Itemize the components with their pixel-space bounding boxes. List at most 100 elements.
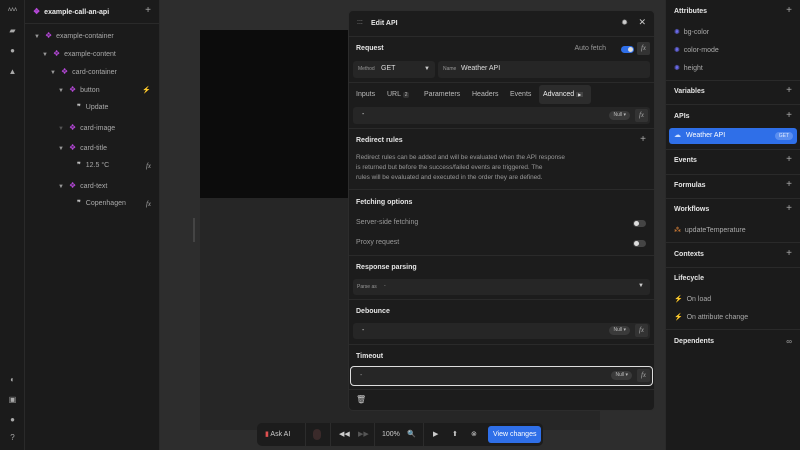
bolt-icon: ⚡ <box>674 314 683 321</box>
lifecycle-item[interactable]: ⚡ On attribute change <box>674 313 748 321</box>
add-workflow-button[interactable]: + <box>786 203 792 214</box>
divider <box>349 189 654 190</box>
advanced-value-field[interactable]: - Null ▾ fx <box>353 107 650 124</box>
api-item-weather[interactable]: ☁ Weather API GET <box>669 128 797 144</box>
tab-advanced[interactable]: Advanced ▶ <box>539 85 591 104</box>
folder-icon[interactable]: ▰ <box>7 25 18 36</box>
divider <box>349 389 654 390</box>
text-icon: ❞ <box>77 162 81 169</box>
bulb-icon[interactable]: ● <box>7 414 18 425</box>
parse-as-value: - <box>384 283 386 289</box>
caret-down-icon[interactable]: ▼ <box>42 52 48 58</box>
auto-fetch-formula-button[interactable]: fx <box>637 42 650 55</box>
publish-icon[interactable]: ⬆ <box>452 423 458 446</box>
proxy-request-toggle[interactable] <box>633 240 646 247</box>
zoom-level[interactable]: 100% <box>382 423 400 446</box>
gear-icon: ✺ <box>674 65 680 72</box>
caret-down-icon[interactable]: ▼ <box>34 34 40 40</box>
workflow-item[interactable]: ⁂ updateTemperature <box>674 226 746 234</box>
ask-ai-button[interactable]: ▮ Ask AI <box>265 423 290 446</box>
tree-item[interactable]: ▼ ❖ example-container <box>34 30 114 42</box>
logo-icon[interactable]: ᴧᴧᴧ <box>7 5 18 16</box>
attribute-item[interactable]: ✺ bg-color <box>674 28 709 36</box>
tab-inputs[interactable]: Inputs <box>356 85 375 104</box>
tab-label: Advanced <box>543 91 575 98</box>
redirect-desc-line: Redirect rules can be added and will be … <box>356 154 565 161</box>
null-type-dropdown[interactable]: Null ▾ <box>609 326 630 335</box>
caret-down-icon[interactable]: ▼ <box>58 146 64 152</box>
tree-item[interactable]: ❞ Update <box>77 102 108 114</box>
attribute-item[interactable]: ✺ height <box>674 64 703 72</box>
undo-icon[interactable]: ◀◀ <box>339 423 350 446</box>
method-select[interactable]: Method GET ▼ <box>353 61 435 78</box>
element-icon: ❖ <box>68 181 77 190</box>
link-icon[interactable]: ∞ <box>786 337 792 346</box>
tree-item[interactable]: ▼ ❖ button ⚡ <box>58 84 159 96</box>
null-label: Null <box>613 327 623 333</box>
add-redirect-rule-button[interactable]: + <box>640 134 646 145</box>
avatar[interactable] <box>313 429 321 440</box>
trash-icon[interactable]: 🗑 <box>356 395 366 404</box>
zoom-icon[interactable]: 🔍 <box>407 423 416 446</box>
resize-handle[interactable] <box>193 218 195 242</box>
tree-item[interactable]: ❞ Copenhagen fx <box>77 198 159 210</box>
stop-icon[interactable]: ⊗ <box>471 423 477 446</box>
lifecycle-item[interactable]: ⚡ On load <box>674 295 711 303</box>
add-variable-button[interactable]: + <box>786 85 792 96</box>
attribute-item[interactable]: ✺ color-mode <box>674 46 719 54</box>
debug-icon[interactable]: ✹ <box>621 18 628 27</box>
help-icon[interactable]: ? <box>7 432 18 443</box>
tree-label: Copenhagen <box>85 200 126 207</box>
null-type-dropdown[interactable]: Null ▾ <box>609 111 630 120</box>
formula-button[interactable]: fx <box>637 369 650 382</box>
play-icon[interactable]: ▶ <box>433 423 438 446</box>
caret-down-icon[interactable]: ▼ <box>50 70 56 76</box>
close-icon[interactable]: ✕ <box>638 17 646 28</box>
attribute-label: bg-color <box>683 29 710 36</box>
icon-rail: ᴧᴧᴧ ▰ ● ▲ ◐ ▣ ● ? <box>0 0 25 450</box>
tree-item[interactable]: ▼ ❖ example-content <box>42 48 116 60</box>
add-event-button[interactable]: + <box>786 154 792 165</box>
add-formula-button[interactable]: + <box>786 179 792 190</box>
palette-icon[interactable]: ◐ <box>7 374 18 385</box>
formula-button[interactable]: fx <box>635 324 648 337</box>
field-value: - <box>362 111 365 118</box>
server-side-fetching-toggle[interactable] <box>633 220 646 227</box>
tree-item[interactable]: ▼ ❖ card-container <box>50 66 117 78</box>
parse-as-select[interactable]: Parse as - ▼ <box>353 279 650 295</box>
null-type-dropdown[interactable]: Null ▾ <box>611 371 632 380</box>
tree-item[interactable]: ▼ ❖ card-title <box>58 142 107 154</box>
tree-item[interactable]: ▼ ❖ card-image <box>58 122 115 134</box>
globe-icon[interactable]: ● <box>7 45 18 56</box>
name-input[interactable]: Weather API <box>461 65 500 72</box>
divider <box>666 198 800 199</box>
tab-label: URL <box>387 91 401 98</box>
add-element-button[interactable]: + <box>145 5 151 16</box>
tree-item[interactable]: ▼ ❖ card-text <box>58 180 107 192</box>
debounce-field[interactable]: - Null ▾ fx <box>353 323 650 339</box>
tab-url[interactable]: URL 2 <box>387 85 410 104</box>
formula-icon[interactable]: fx <box>146 160 151 172</box>
drag-handle-icon[interactable]: ::: <box>357 19 363 26</box>
apis-title: APIs <box>674 113 690 120</box>
caret-down-icon[interactable]: ▼ <box>58 88 64 94</box>
events-title: Events <box>674 157 697 164</box>
formula-icon[interactable]: fx <box>146 198 151 210</box>
warning-icon[interactable]: ▲ <box>7 66 18 77</box>
add-api-button[interactable]: + <box>786 110 792 121</box>
auto-fetch-toggle[interactable] <box>621 46 634 53</box>
name-field[interactable]: Name Weather API <box>438 61 650 78</box>
layout-icon[interactable]: ▣ <box>7 394 18 405</box>
tab-parameters[interactable]: Parameters <box>424 85 460 104</box>
formula-button[interactable]: fx <box>635 109 648 122</box>
add-attribute-button[interactable]: + <box>786 5 792 16</box>
tab-headers[interactable]: Headers <box>472 85 498 104</box>
tab-events[interactable]: Events <box>510 85 531 104</box>
add-context-button[interactable]: + <box>786 248 792 259</box>
divider <box>25 23 159 24</box>
view-changes-button[interactable]: View changes <box>488 426 542 443</box>
caret-down-icon[interactable]: ▼ <box>58 184 64 190</box>
canvas-image-area <box>200 30 350 198</box>
tree-item[interactable]: ❞ 12.5 °C fx <box>77 160 159 172</box>
timeout-field[interactable]: - Null ▾ fx <box>350 366 653 386</box>
